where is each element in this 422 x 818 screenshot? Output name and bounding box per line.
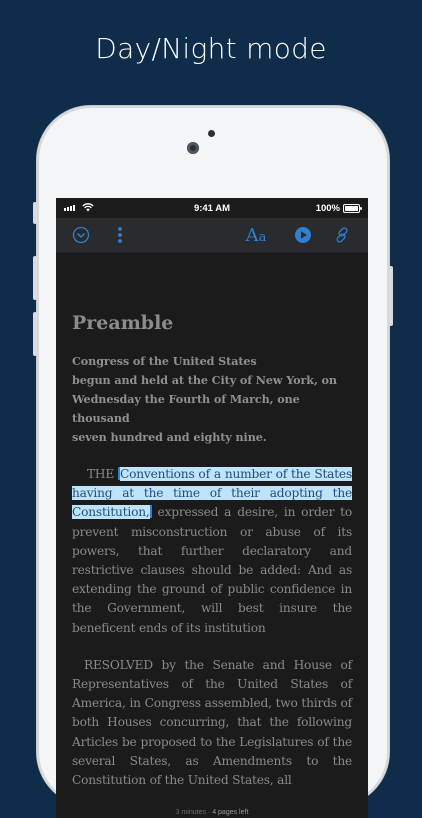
subhead-line: Wednesday the Fourth of March, one thous… [72,392,300,425]
promo-title: Day/Night mode [95,32,327,65]
battery-icon [343,204,362,213]
text-size-icon: Aa [245,224,267,246]
document-content: Preamble Congress of the United States b… [72,252,352,790]
volume-up-button [33,256,37,300]
chevron-down-circle-icon [72,226,90,244]
subhead-line: seven hundred and eighty nine. [72,430,267,444]
pages-left: 4 pages left [212,809,249,816]
screen: 9:41 AM 100% Aa Preamble Congress of the… [56,198,368,818]
link-button[interactable] [332,223,352,247]
play-button[interactable] [293,223,313,247]
paragraph-lead: THE [87,467,118,481]
footer-separator: · [207,809,211,816]
proximity-sensor [208,130,215,137]
play-circle-icon [295,227,311,243]
link-icon [336,227,348,243]
mute-switch [33,202,37,224]
paragraph-resolved[interactable]: RESOLVED by the Senate and House of Repr… [72,656,352,790]
battery-percentage: 100% [315,203,340,214]
phone-frame: 9:41 AM 100% Aa Preamble Congress of the… [33,106,393,818]
subhead-line: begun and held at the City of New York, … [72,373,337,387]
subhead-line: Congress of the United States [72,354,257,368]
time-remaining: 3 minutes [175,809,206,816]
document-subheading: Congress of the United States begun and … [72,352,352,447]
collapse-button[interactable] [70,223,92,247]
more-menu-button[interactable] [112,223,128,247]
more-vertical-icon [118,227,122,243]
front-camera [187,142,199,154]
paragraph-rest: expressed a desire, in order to prevent … [72,505,352,635]
status-bar: 9:41 AM 100% [56,198,368,218]
paragraph-preamble[interactable]: THE Conventions of a number of the State… [72,465,352,638]
reader-toolbar: Aa [56,218,368,253]
document-title: Preamble [72,312,174,334]
text-size-button[interactable]: Aa [244,223,268,247]
power-button [389,266,393,326]
reading-progress: 3 minutes · 4 pages left [56,809,368,816]
volume-down-button [33,312,37,356]
